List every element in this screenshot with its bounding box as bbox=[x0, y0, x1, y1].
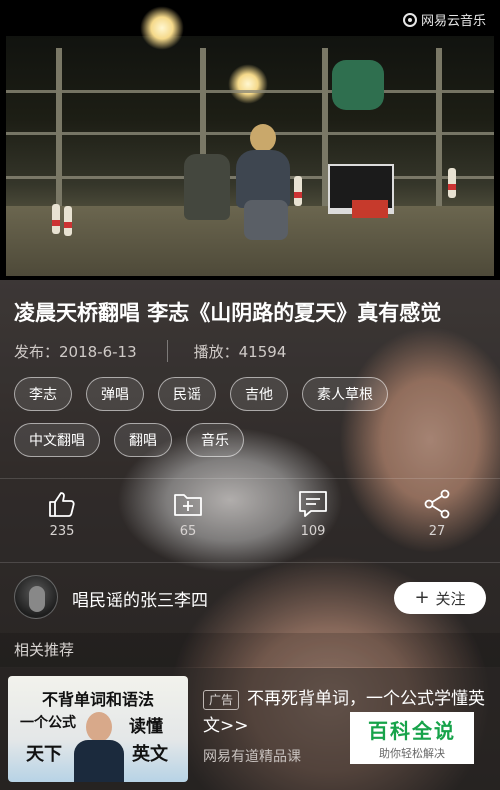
comment-icon bbox=[299, 491, 327, 517]
author-name[interactable]: 唱民谣的张三李四 bbox=[72, 586, 208, 611]
plus-icon: + bbox=[414, 587, 430, 608]
publish-date: 发布：2018-6-13 bbox=[14, 342, 137, 361]
video-title: 凌晨天桥翻唱 李志《山阴路的夏天》真有感觉 bbox=[14, 301, 442, 325]
video-meta: 发布：2018-6-13 播放：41594 bbox=[14, 340, 286, 362]
section-divider bbox=[0, 478, 500, 479]
comment-count: 109 bbox=[300, 524, 326, 539]
netease-music-logo-icon bbox=[402, 12, 417, 27]
action-bar: 235 65 109 27 bbox=[0, 488, 500, 548]
share-icon bbox=[424, 489, 450, 519]
tag-row-1: 李志 弹唱 民谣 吉他 素人草根 bbox=[14, 377, 494, 411]
play-count: 播放：41594 bbox=[193, 342, 287, 361]
like-button[interactable]: 235 bbox=[22, 488, 102, 539]
share-button[interactable]: 27 bbox=[397, 488, 477, 539]
tag-chip[interactable]: 翻唱 bbox=[114, 423, 172, 457]
thumb-text-line-1: 不背单词和语法 bbox=[41, 690, 154, 709]
ad-thumbnail[interactable]: 不背单词和语法 一个公式 读懂 天下 英文 bbox=[8, 676, 188, 782]
tag-chip[interactable]: 音乐 bbox=[186, 423, 244, 457]
tag-chip[interactable]: 吉他 bbox=[230, 377, 288, 411]
watermark-text: 网易云音乐 bbox=[420, 14, 486, 29]
follow-button[interactable]: + 关注 bbox=[394, 582, 486, 614]
tag-chip[interactable]: 李志 bbox=[14, 377, 72, 411]
tag-chip[interactable]: 素人草根 bbox=[302, 377, 388, 411]
tag-chip[interactable]: 中文翻唱 bbox=[14, 423, 100, 457]
meta-divider bbox=[166, 340, 168, 362]
tag-chip[interactable]: 民谣 bbox=[158, 377, 216, 411]
author-row: 唱民谣的张三李四 + 关注 bbox=[0, 575, 500, 621]
baike-slogan: 助你轻松解决 bbox=[379, 747, 445, 760]
share-count: 27 bbox=[428, 524, 446, 539]
video-player[interactable]: 网易云音乐 bbox=[0, 0, 500, 280]
tag-chip[interactable]: 弹唱 bbox=[86, 377, 144, 411]
section-divider bbox=[0, 562, 500, 563]
like-count: 235 bbox=[49, 524, 75, 539]
baike-watermark: 百科全说 助你轻松解决 bbox=[350, 712, 474, 764]
baike-name: 百科全说 bbox=[368, 719, 456, 743]
ad-source: 网易有道精品课 bbox=[203, 749, 301, 765]
comment-button[interactable]: 109 bbox=[273, 488, 353, 539]
folder-add-icon bbox=[174, 494, 202, 516]
netease-watermark: 网易云音乐 bbox=[402, 10, 486, 29]
thumbs-up-icon bbox=[49, 492, 75, 517]
related-section-header: 相关推荐 bbox=[0, 633, 500, 667]
avatar[interactable] bbox=[14, 575, 58, 619]
instructor-figure bbox=[74, 712, 124, 782]
tag-row-2: 中文翻唱 翻唱 音乐 bbox=[14, 423, 494, 457]
collect-count: 65 bbox=[179, 524, 197, 539]
ad-badge: 广告 bbox=[203, 690, 240, 710]
collect-button[interactable]: 65 bbox=[148, 488, 228, 539]
video-frame bbox=[6, 6, 494, 276]
follow-label: 关注 bbox=[435, 589, 466, 608]
